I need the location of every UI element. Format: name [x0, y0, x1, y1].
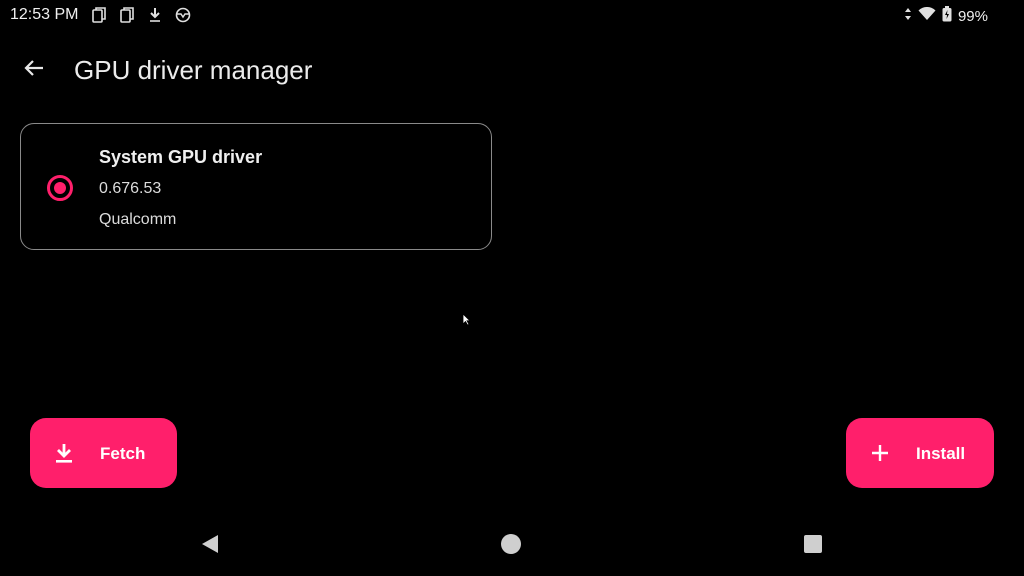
nav-recents-button[interactable]: [801, 534, 825, 558]
system-status-icons: 99%: [904, 6, 988, 27]
nav-recents-icon: [803, 534, 823, 559]
navigation-bar: [0, 516, 1024, 576]
page-title: GPU driver manager: [74, 55, 313, 85]
nav-home-icon: [500, 533, 522, 560]
screen: 12:53 PM 99% GPU driver manager System G…: [0, 0, 1024, 576]
mouse-pointer-icon: [462, 313, 471, 331]
plus-icon: [868, 441, 892, 465]
fetch-button[interactable]: Fetch: [30, 418, 177, 488]
driver-vendor: Qualcomm: [99, 211, 177, 228]
steering-wheel-icon: [174, 6, 192, 24]
fetch-label: Fetch: [100, 444, 146, 463]
download-icon: [146, 6, 164, 24]
battery-icon: [942, 6, 952, 27]
status-time: 12:53 PM: [10, 6, 79, 23]
driver-radio-selected[interactable]: [47, 175, 73, 201]
back-button[interactable]: [18, 54, 50, 86]
copy-icon: [90, 6, 108, 24]
battery-percent: 99%: [957, 8, 988, 25]
status-bar: 12:53 PM 99%: [0, 0, 1024, 30]
install-button[interactable]: Install: [846, 418, 994, 488]
copy-icon: [118, 6, 136, 24]
app-bar: GPU driver manager: [0, 44, 1024, 96]
driver-version: 0.676.53: [99, 180, 162, 197]
nav-back-icon: [200, 534, 220, 559]
arrow-back-icon: [22, 56, 46, 85]
install-label: Install: [916, 444, 966, 463]
wifi-icon: [918, 6, 936, 26]
download-icon: [52, 441, 76, 465]
nav-back-button[interactable]: [198, 534, 222, 558]
driver-name: System GPU driver: [99, 147, 263, 167]
nav-home-button[interactable]: [499, 533, 523, 560]
driver-card[interactable]: System GPU driver 0.676.53 Qualcomm: [20, 123, 492, 250]
notification-icons: [90, 6, 192, 24]
radio-dot: [54, 182, 66, 194]
data-arrows-icon: [904, 7, 912, 26]
